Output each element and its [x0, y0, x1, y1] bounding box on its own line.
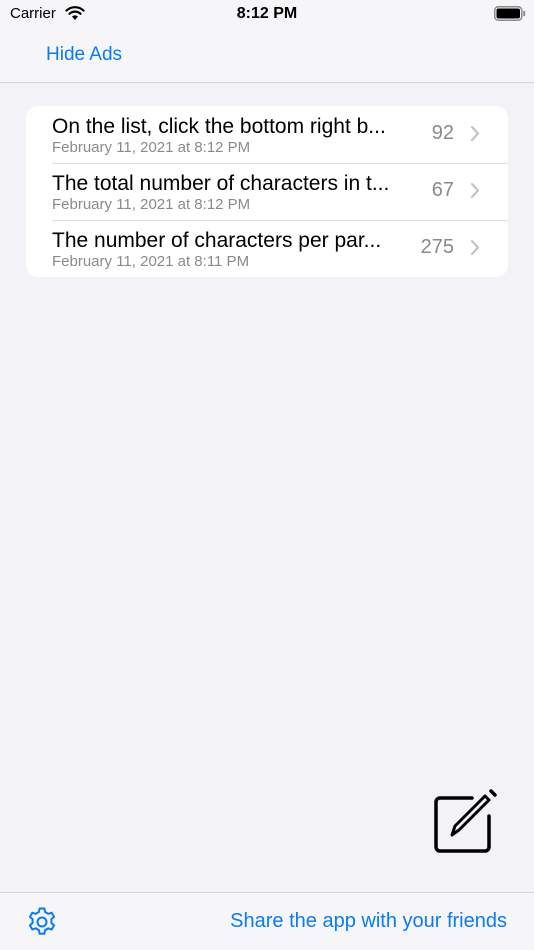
chevron-right-icon	[470, 182, 480, 199]
compose-button[interactable]	[432, 789, 498, 855]
character-count: 92	[431, 122, 454, 144]
bottom-toolbar: Share the app with your friends	[0, 892, 534, 950]
hide-ads-button[interactable]: Hide Ads	[46, 44, 122, 66]
chevron-right-icon	[470, 125, 480, 142]
note-date: February 11, 2021 at 8:11 PM	[52, 253, 250, 270]
status-time: 8:12 PM	[236, 5, 298, 22]
share-app-button[interactable]: Share the app with your friends	[230, 910, 507, 933]
character-count: 67	[431, 179, 454, 201]
list-item[interactable]: The number of characters per par... Febr…	[26, 220, 508, 277]
list-item[interactable]: The total number of characters in t... F…	[26, 163, 508, 220]
status-bar: Carrier 8:12 PM	[0, 0, 534, 30]
list-item[interactable]: On the list, click the bottom right b...…	[26, 106, 508, 163]
app-screen: Carrier 8:12 PM Hide Ads On the list, cl…	[0, 0, 534, 950]
notes-list: On the list, click the bottom right b...…	[26, 106, 508, 277]
navigation-bar: Hide Ads	[0, 30, 534, 83]
settings-button[interactable]	[26, 906, 58, 938]
battery-icon	[494, 6, 526, 21]
character-count: 275	[420, 236, 454, 258]
note-date: February 11, 2021 at 8:12 PM	[52, 139, 251, 156]
note-title: On the list, click the bottom right b...	[52, 115, 386, 138]
note-date: February 11, 2021 at 8:12 PM	[52, 196, 251, 213]
note-title: The number of characters per par...	[52, 229, 382, 252]
compose-icon	[434, 789, 497, 853]
note-title: The total number of characters in t...	[52, 172, 390, 195]
chevron-right-icon	[470, 239, 480, 256]
gear-icon	[28, 907, 56, 935]
